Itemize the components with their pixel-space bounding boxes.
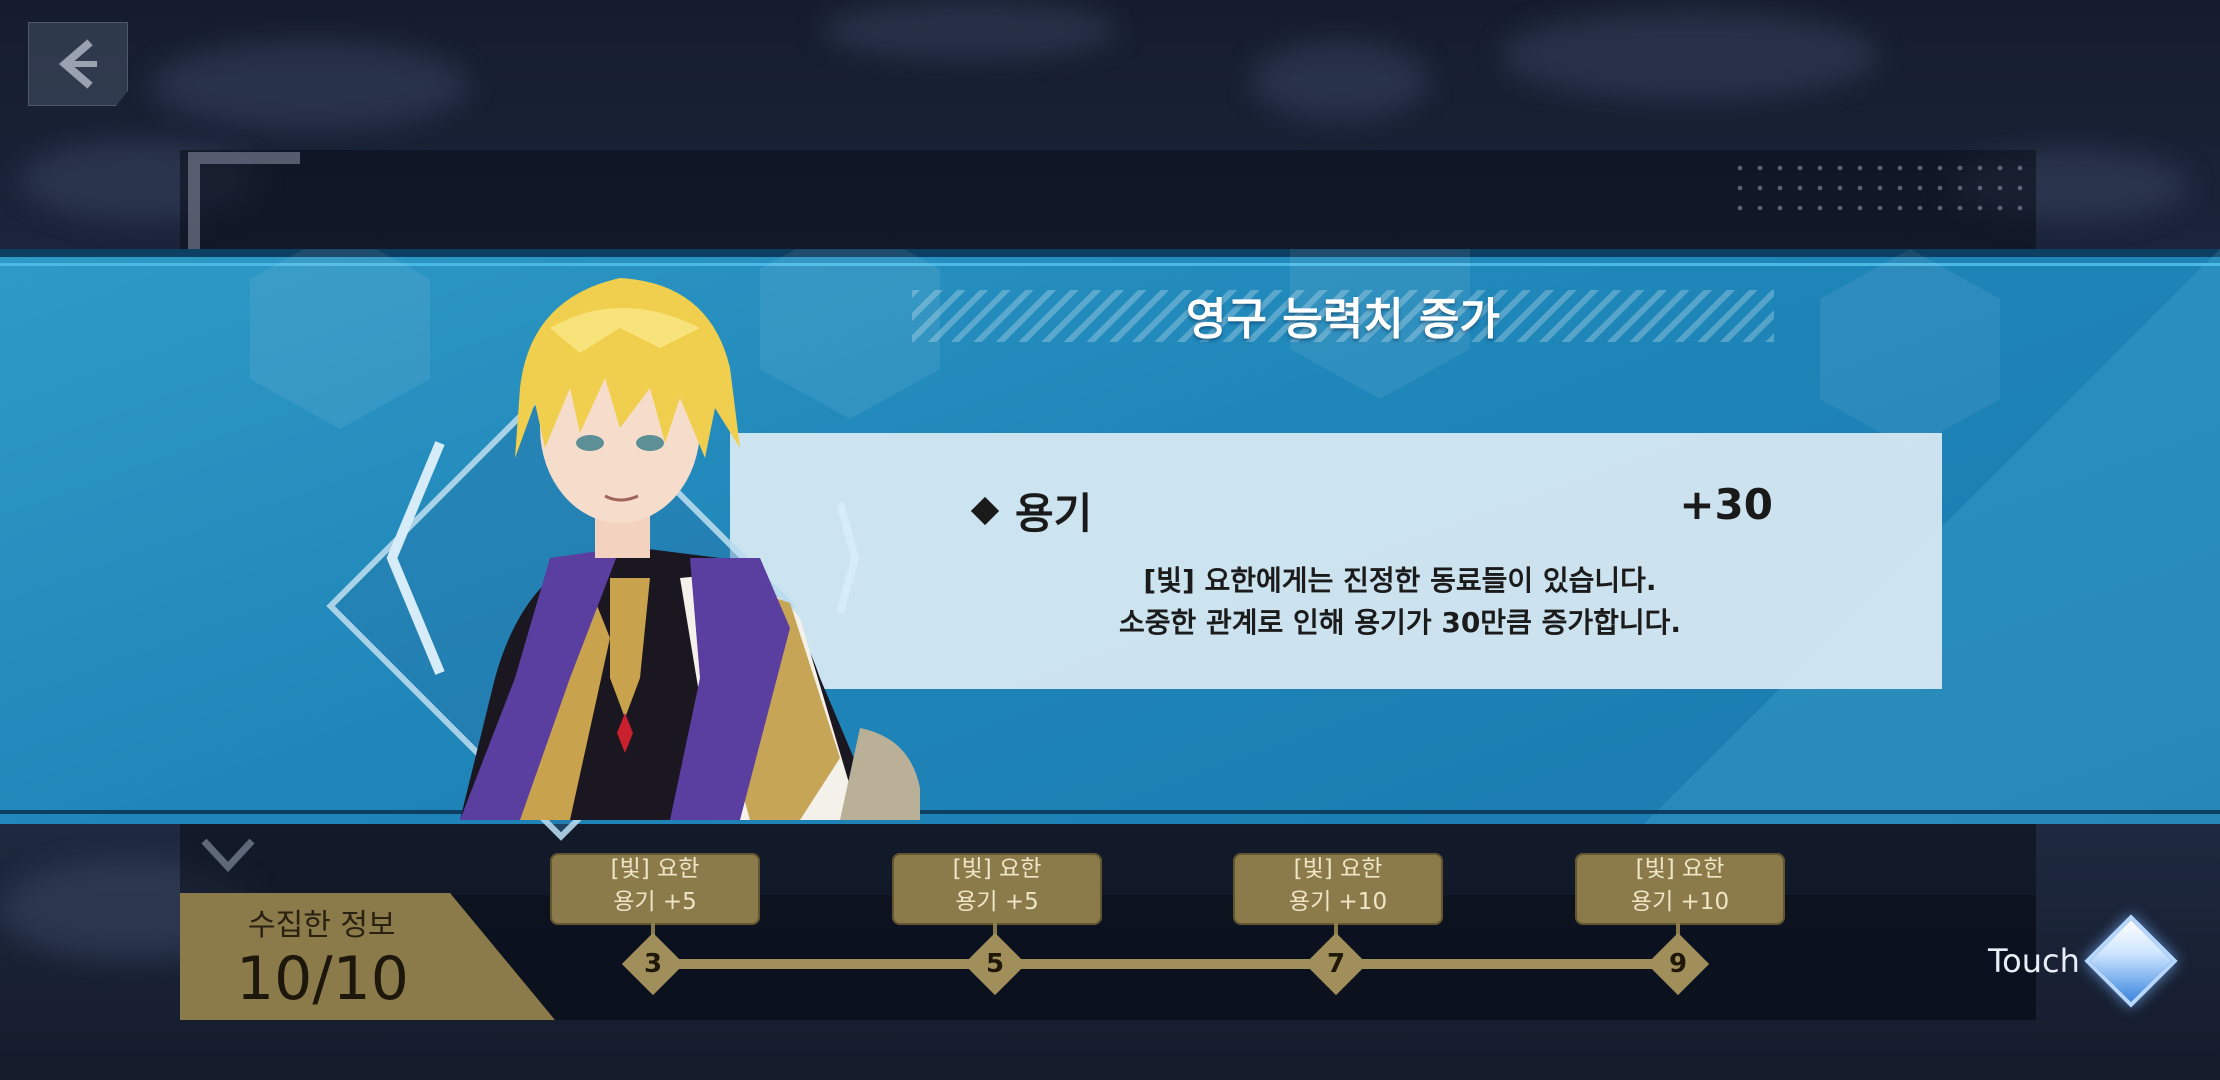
- milestone-node-number: 7: [1326, 949, 1346, 979]
- back-button[interactable]: [28, 22, 128, 106]
- stat-row: 용기 +30: [970, 480, 1773, 541]
- description-line: [빛] 요한에게는 진정한 동료들이 있습니다.: [1143, 564, 1657, 597]
- description-line: 소중한 관계로 인해 용기가 30만큼 증가합니다.: [1118, 606, 1682, 639]
- stat-name: 용기: [970, 480, 1093, 541]
- chevron-left-icon: [58, 39, 97, 89]
- milestone-tag-text: [빛] 요한 용기 +5: [892, 853, 1102, 919]
- cloud: [1500, 10, 1880, 100]
- cloud: [1250, 40, 1430, 120]
- milestone-line: [빛] 요한: [1635, 856, 1725, 882]
- collected-count: 10/10: [236, 944, 409, 1014]
- milestone-tag-text: [빛] 요한 용기 +10: [1233, 853, 1443, 919]
- milestone-line: 용기 +5: [613, 889, 697, 915]
- collected-label: 수집한 정보: [248, 908, 396, 943]
- diamond-icon[interactable]: [2084, 914, 2178, 1008]
- milestone-tag-text: [빛] 요한 용기 +5: [550, 853, 760, 919]
- popup-title: 영구 능력치 증가: [1186, 294, 1500, 345]
- chevron-down-icon[interactable]: [198, 835, 258, 875]
- prev-arrow-icon: [386, 441, 445, 675]
- diamond-bullet-icon: [970, 496, 1000, 525]
- stat-value: +30: [1679, 480, 1773, 529]
- cloud: [820, 0, 1120, 60]
- character-portrait: [386, 278, 920, 820]
- milestone-line: [빛] 요한: [952, 856, 1042, 882]
- corner-bracket: [188, 152, 300, 264]
- touch-prompt-label[interactable]: Touch: [1988, 942, 2080, 980]
- stat-name-label: 용기: [1015, 489, 1093, 538]
- milestone-node-number: 9: [1668, 949, 1688, 979]
- milestone-track: [652, 959, 1682, 969]
- ghost-portrait: [1820, 249, 2000, 449]
- dot-grid-decoration: [1730, 158, 2030, 220]
- stat-description: [빛] 요한에게는 진정한 동료들이 있습니다. 소중한 관계로 인해 용기가 …: [1030, 560, 1770, 644]
- milestone-line: 용기 +10: [1630, 889, 1730, 915]
- milestone-node-number: 3: [643, 949, 663, 979]
- milestone-node-number: 5: [985, 949, 1005, 979]
- milestone-tag-text: [빛] 요한 용기 +10: [1575, 853, 1785, 919]
- milestone-line: [빛] 요한: [1293, 856, 1383, 882]
- milestone-line: 용기 +5: [955, 889, 1039, 915]
- milestone-line: 용기 +10: [1288, 889, 1388, 915]
- milestone-line: [빛] 요한: [610, 856, 700, 882]
- cloud: [150, 40, 470, 130]
- next-arrow-icon: [836, 501, 860, 615]
